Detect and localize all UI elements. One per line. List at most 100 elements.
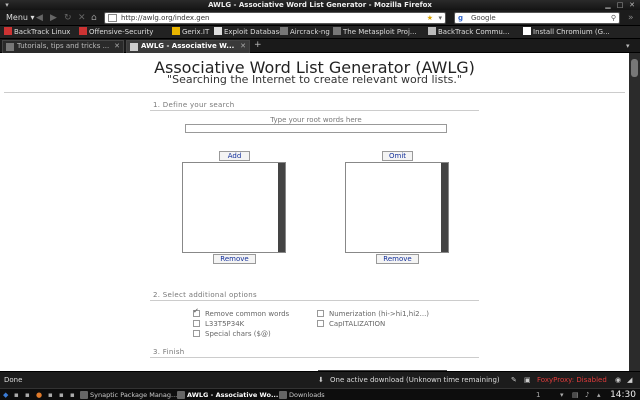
option-leetspeak[interactable]: L33T5P34K xyxy=(193,320,244,328)
bookmark-item[interactable]: Gerix.IT xyxy=(172,27,209,38)
task-firefox-awlg[interactable]: AWLG - Associative Wo... xyxy=(177,390,278,400)
firefox-launcher-icon[interactable]: ● xyxy=(36,390,42,400)
home-icon[interactable]: ⌂ xyxy=(91,13,97,23)
aircrack-icon xyxy=(280,27,288,35)
app-launcher-icon[interactable]: ▪ xyxy=(70,390,75,400)
option-label: Remove common words xyxy=(205,310,290,318)
tab-tutorials[interactable]: Tutorials, tips and tricks ... ✕ xyxy=(2,40,124,53)
update-icon[interactable]: ▴ xyxy=(597,390,601,400)
scrollbar-thumb[interactable] xyxy=(631,59,638,77)
list-scrollbar[interactable] xyxy=(441,163,448,252)
bookmark-item[interactable]: BackTrack Linux xyxy=(4,27,70,38)
section-define-search: 1. Define your search xyxy=(153,101,235,109)
bookmark-item[interactable]: The Metasploit Proj... xyxy=(333,27,417,38)
task-synaptic[interactable]: Synaptic Package Manag... xyxy=(80,390,177,400)
bookmark-item[interactable]: Offensive-Security xyxy=(79,27,153,38)
clock[interactable]: 14:30 xyxy=(610,389,636,400)
status-text: Done xyxy=(4,376,23,384)
section-divider xyxy=(150,357,479,358)
edit-icon[interactable]: ✎ xyxy=(511,376,519,384)
workspace-pager[interactable]: 1 xyxy=(536,390,540,400)
taskbar: ◆ ▪ ▪ ● ▪ ▪ ▪ Synaptic Package Manag... … xyxy=(0,388,640,400)
checkbox[interactable] xyxy=(317,320,324,327)
window-menu-icon[interactable]: ▾ xyxy=(3,1,11,9)
option-label: CapITALIZATION xyxy=(329,320,386,328)
menu-button[interactable]: Menu ▾ xyxy=(6,13,35,22)
option-label: Numerization (hi->hi1,hi2...) xyxy=(329,310,430,318)
tab-favicon-icon xyxy=(6,43,14,51)
maximize-icon[interactable]: □ xyxy=(616,1,624,9)
kde-menu-icon[interactable]: ◆ xyxy=(3,390,8,400)
bookmark-label: Exploit Database xyxy=(224,28,284,36)
reload-icon[interactable]: ↻ xyxy=(64,13,72,23)
root-words-input[interactable] xyxy=(185,124,447,133)
menu-arrow-icon: ▾ xyxy=(30,13,35,22)
overflow-icon[interactable]: » xyxy=(628,13,634,23)
back-icon[interactable]: ◀ xyxy=(36,13,43,23)
bookmark-item[interactable]: Exploit Database xyxy=(214,27,284,38)
page-scrollbar[interactable] xyxy=(629,53,640,371)
search-bar[interactable]: g Google ⚲ xyxy=(454,12,620,24)
addon-icon[interactable]: ▣ xyxy=(524,376,532,384)
checkbox-checked[interactable] xyxy=(193,307,200,317)
option-label: Special chars ($@) xyxy=(205,330,271,338)
checkbox[interactable] xyxy=(317,310,324,317)
download-icon[interactable]: ⬇ xyxy=(318,376,326,384)
add-words-list[interactable] xyxy=(182,162,286,253)
remove-omit-button[interactable]: Remove xyxy=(376,254,419,264)
stop-icon[interactable]: ✕ xyxy=(78,13,86,23)
bookmarks-toolbar: BackTrack Linux Offensive-Security Gerix… xyxy=(0,26,640,39)
firebug-icon[interactable]: ◉ xyxy=(615,376,623,384)
app-launcher-icon[interactable]: ▪ xyxy=(48,390,53,400)
terminal-launcher-icon[interactable]: ▪ xyxy=(14,390,19,400)
search-icon[interactable]: ⚲ xyxy=(611,13,616,23)
close-tab-icon[interactable]: ✕ xyxy=(240,41,246,52)
omit-button[interactable]: Omit xyxy=(382,151,413,161)
checkbox[interactable] xyxy=(193,320,200,327)
checkbox[interactable] xyxy=(193,330,200,337)
url-bar[interactable]: http://awlg.org/index.gen ★ ▾ xyxy=(104,12,446,24)
bookmark-item[interactable]: Install Chromium (G... xyxy=(523,27,610,38)
tab-favicon-icon xyxy=(130,43,138,51)
close-tab-icon[interactable]: ✕ xyxy=(114,41,120,52)
bookmark-label: The Metasploit Proj... xyxy=(343,28,417,36)
tab-list-icon[interactable]: ▾ xyxy=(626,42,630,50)
bookmark-label: Aircrack-ng xyxy=(290,28,330,36)
bookmark-item[interactable]: Aircrack-ng xyxy=(280,27,330,38)
tab-awlg[interactable]: AWLG - Associative W... ✕ xyxy=(126,40,250,53)
offsec-icon xyxy=(79,27,87,35)
menu-label: Menu xyxy=(6,13,28,22)
option-capitalization[interactable]: CapITALIZATION xyxy=(317,320,385,328)
google-icon[interactable]: g xyxy=(458,13,463,23)
bookmark-item[interactable]: BackTrack Commu... xyxy=(428,27,509,38)
option-special-chars[interactable]: Special chars ($@) xyxy=(193,330,271,338)
folder-icon xyxy=(428,27,436,35)
remove-add-button[interactable]: Remove xyxy=(213,254,256,264)
list-scrollbar[interactable] xyxy=(278,163,285,252)
close-window-icon[interactable]: ✕ xyxy=(628,1,636,9)
page-content: Associative Word List Generator (AWLG) "… xyxy=(0,53,629,371)
bookmark-star-icon[interactable]: ★ xyxy=(427,13,433,23)
url-dropdown-icon[interactable]: ▾ xyxy=(438,13,442,23)
navigation-toolbar: Menu ▾ ◀ ▶ ↻ ✕ ⌂ http://awlg.org/index.g… xyxy=(0,10,640,26)
task-downloads[interactable]: Downloads xyxy=(279,390,325,400)
download-status[interactable]: One active download (Unknown time remain… xyxy=(330,376,500,384)
volume-icon[interactable]: ♪ xyxy=(585,390,589,400)
omit-words-list[interactable] xyxy=(345,162,449,253)
add-button[interactable]: Add xyxy=(219,151,250,161)
new-tab-icon[interactable]: + xyxy=(254,40,262,50)
app-launcher-icon[interactable]: ▪ xyxy=(59,390,64,400)
tab-label: Tutorials, tips and tricks ... xyxy=(17,42,110,50)
option-numerization[interactable]: Numerization (hi->hi1,hi2...) xyxy=(317,310,429,318)
window-title: AWLG - Associative Word List Generator -… xyxy=(208,1,432,9)
metasploit-icon xyxy=(333,27,341,35)
option-remove-common-words[interactable]: Remove common words xyxy=(193,307,290,318)
files-launcher-icon[interactable]: ▪ xyxy=(25,390,30,400)
minimize-icon[interactable]: ▁ xyxy=(604,1,612,9)
foxyproxy-status[interactable]: FoxyProxy: Disabled xyxy=(537,376,607,384)
url-text: http://awlg.org/index.gen xyxy=(121,14,210,22)
tab-label: AWLG - Associative W... xyxy=(141,42,235,50)
forward-icon[interactable]: ▶ xyxy=(50,13,57,23)
tray-icon[interactable]: ▾ xyxy=(560,390,564,400)
network-icon[interactable]: ▤ xyxy=(572,390,579,400)
